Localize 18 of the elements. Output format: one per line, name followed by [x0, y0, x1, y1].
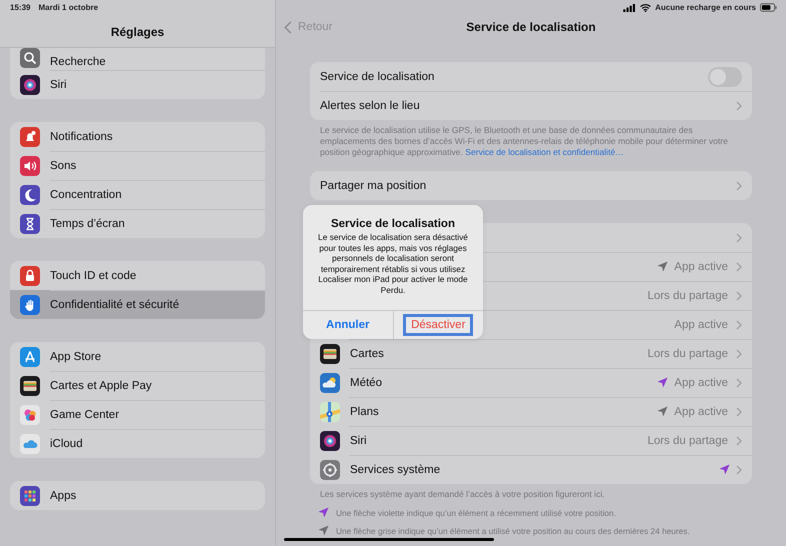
battery-status-text: Aucune recharge en cours	[655, 3, 756, 12]
page-title: Service de localisation	[466, 20, 596, 34]
app-status: Lors du partage	[647, 348, 728, 360]
footer-text: Les services système ayant demandé l’accès à votre position figureront ici.	[320, 489, 606, 500]
app-status: Lors du partage	[647, 434, 728, 446]
legend-text: Une flèche grise indique qu’un élément a utilisé votre position au cours des dernières 24 heures.	[336, 526, 690, 536]
app-status: App active	[674, 260, 728, 272]
status-time: 15:39	[10, 3, 30, 12]
dialog-title: Service de localisation	[330, 218, 456, 230]
footer-text: Le service de localisation utilise le GPS, le Bluetooth et une base de données communautaire des emplacements des bornes d’accès Wi-Fi et des antennes-relais de téléphonie mobile pour déterminer votre position géographique approximative. Service de localisation et confidentialité…	[320, 125, 729, 158]
dialog-message: Le service de localisation sera désactivé pour toutes les apps, mais vos réglages personnels de localisation seront temporairement rétablis si vous utilisez Localiser mon iPad pour activer le mode Perdu.	[317, 232, 469, 297]
app-status: App active	[674, 318, 728, 330]
app-status: Lors du partage	[647, 290, 728, 302]
app-status: App active	[674, 376, 728, 388]
app-status: App active	[674, 406, 728, 418]
legend-text: Une flèche violette indique qu’un élément a récemment utilisé votre position.	[336, 508, 616, 518]
sidebar-title: Réglages	[110, 25, 166, 39]
status-date: Mardi 1 octobre	[38, 3, 98, 12]
